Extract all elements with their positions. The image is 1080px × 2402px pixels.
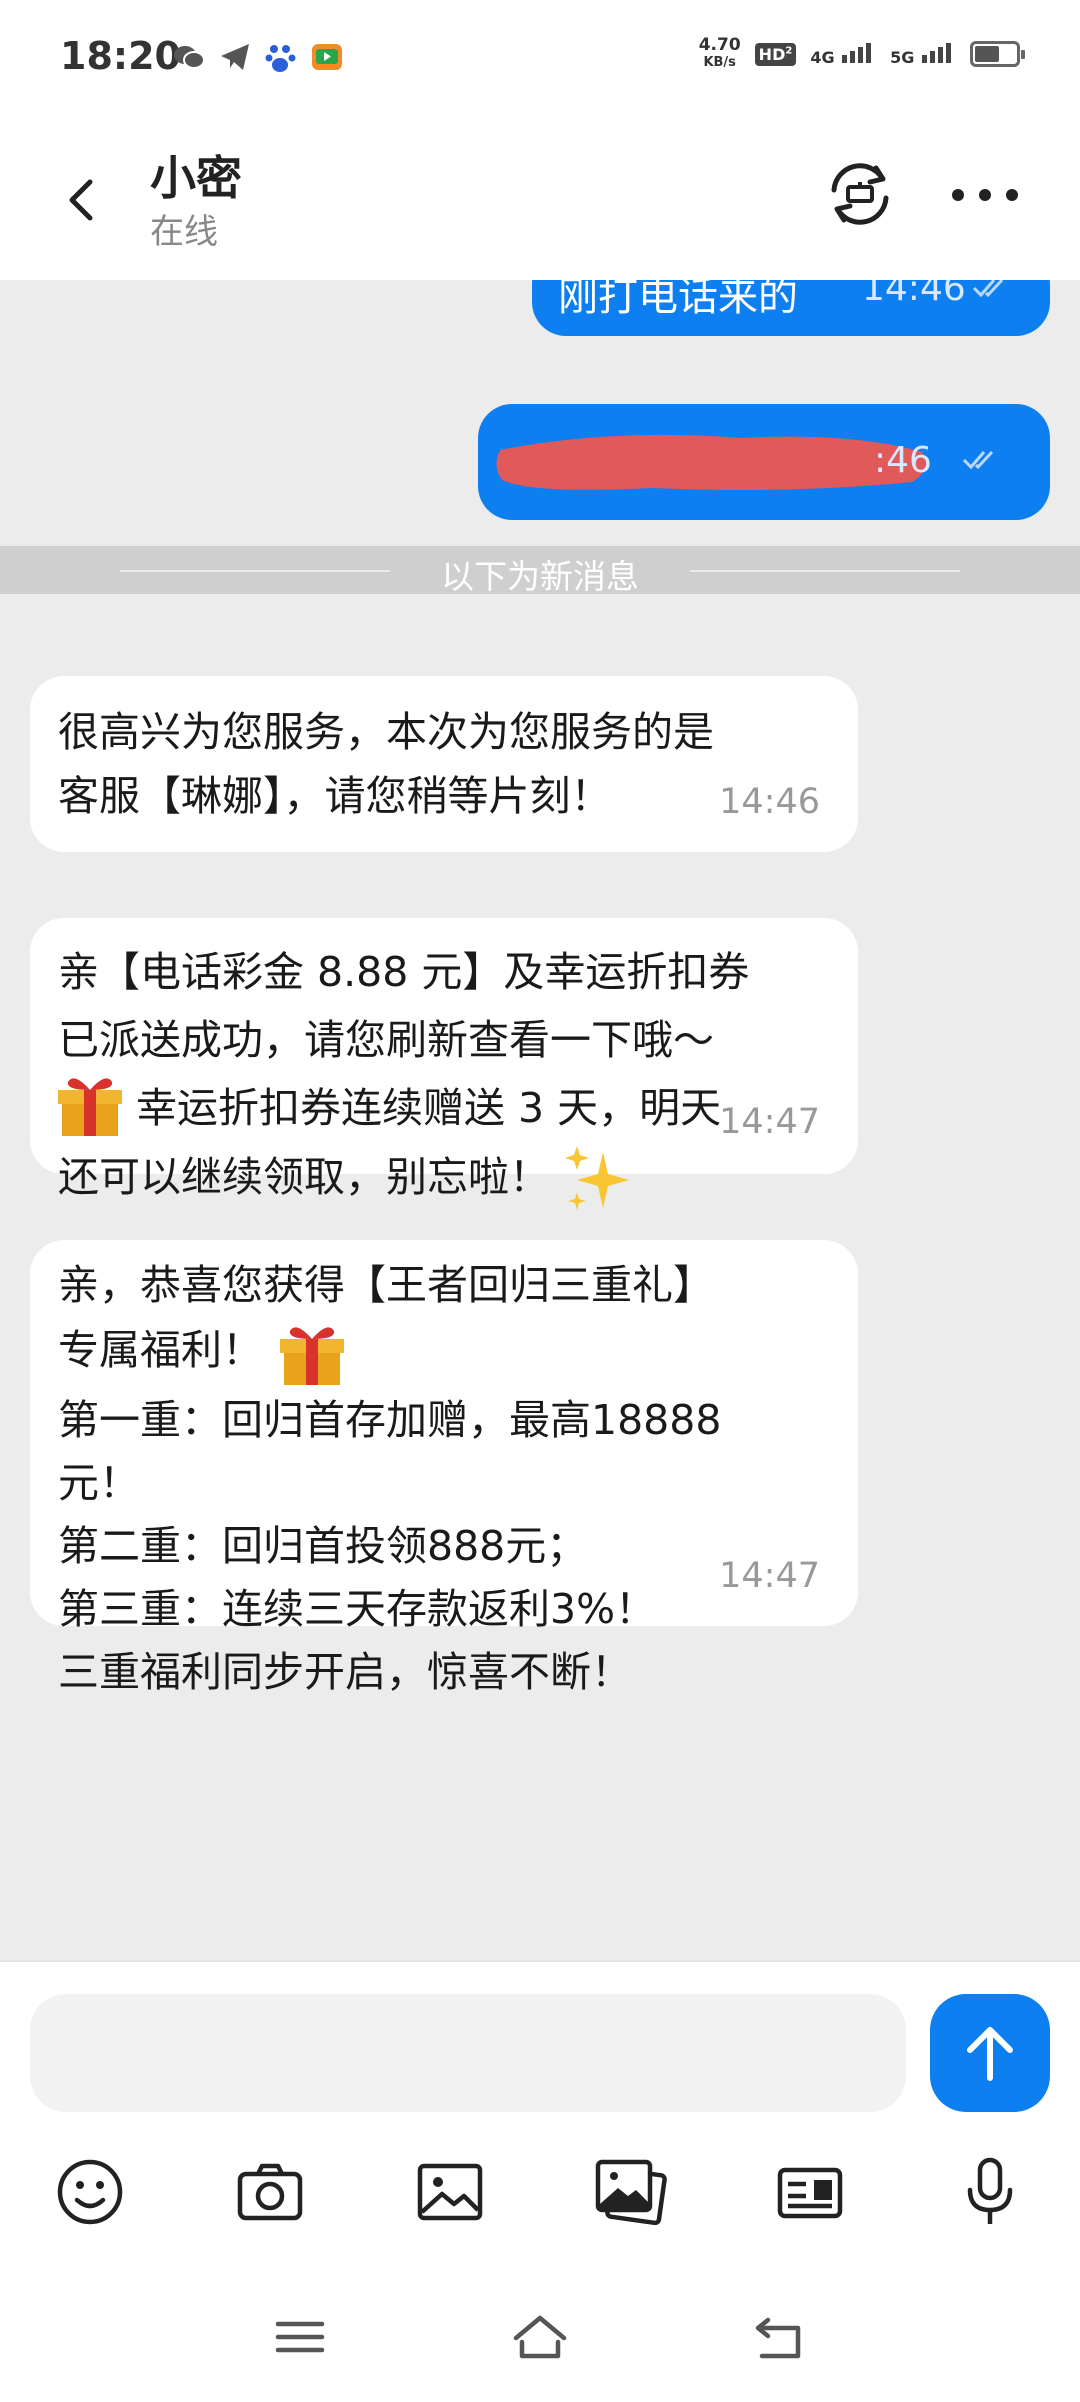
message-line: 还可以继续领取，别忘啦！ [58, 1153, 550, 1201]
message-line: 第二重：回归首投领888元； [58, 1522, 588, 1570]
telegram-notification-icon [221, 44, 249, 70]
contact-name: 小密 [150, 151, 242, 205]
message-line: 专属福利！ [58, 1326, 263, 1374]
cellular-signal-4g: 4G [810, 41, 876, 67]
status-bar: 18:20 4.70 KB/s HD2 4G 5G [0, 0, 1080, 120]
signal-4g-label: 4G [810, 48, 835, 67]
send-button[interactable] [930, 1994, 1050, 2112]
message-line: 第三重：连续三天存款返利3%！ [58, 1585, 657, 1633]
new-messages-label: 以下为新消息 [441, 557, 639, 596]
redaction-mark [496, 434, 926, 490]
message-line: 三重福利同步开启，惊喜不断！ [58, 1648, 632, 1696]
more-options-icon[interactable] [940, 170, 1030, 220]
wechat-notification-icon [174, 46, 205, 69]
message-time: 14:47 [719, 1102, 820, 1142]
message-incoming[interactable]: 很高兴为您服务，本次为您服务的是 客服【琳娜】，请您稍等片刻！ 14:46 [30, 676, 858, 852]
gallery-icon[interactable] [590, 2152, 670, 2232]
microphone-icon[interactable] [950, 2152, 1030, 2232]
home-nav-icon[interactable] [510, 2312, 570, 2362]
message-incoming[interactable]: 亲【电话彩金 8.88 元】及幸运折扣券 已派送成功，请您刷新查看一下哦～ 幸运… [30, 918, 858, 1210]
cellular-signal-5g: 5G [890, 41, 956, 67]
signal-bars-icon [842, 43, 872, 63]
menu-nav-icon[interactable] [270, 2312, 330, 2362]
video-app-notification-icon [312, 44, 342, 70]
network-speed-value: 4.70 [698, 35, 741, 55]
message-line-with-emoji: 还可以继续领取，别忘啦！ [58, 1142, 824, 1218]
emoji-icon[interactable] [50, 2152, 130, 2232]
double-check-icon [972, 280, 1004, 298]
message-line-with-emoji: 幸运折扣券连续赠送 3 天，明天 [58, 1074, 824, 1142]
message-line: 第一重：回归首存加赠，最高18888 [58, 1396, 722, 1444]
sparkles-emoji-icon [565, 1146, 630, 1210]
signal-bars-icon [922, 43, 951, 63]
double-check-icon [962, 450, 994, 470]
baidu-notification-icon [265, 45, 296, 72]
back-nav-icon[interactable] [750, 2312, 810, 2362]
message-time: 14:46 [719, 782, 820, 822]
message-line: 客服【琳娜】，请您稍等片刻！ [58, 772, 612, 820]
hd-badge-label: HD [758, 44, 786, 64]
hd-badge: HD2 [754, 42, 797, 66]
message-line: 亲，恭喜您获得【王者回归三重礼】 [58, 1261, 714, 1309]
message-time: 14:47 [719, 1556, 820, 1596]
gift-emoji-icon [58, 1078, 122, 1136]
arrow-up-icon [967, 2027, 1013, 2081]
message-time: 14:46 [862, 280, 966, 309]
message-line: 已派送成功，请您刷新查看一下哦～ [58, 1016, 714, 1064]
message-outgoing[interactable]: 刚打电话来的 14:46 [532, 280, 1050, 336]
image-icon[interactable] [410, 2152, 490, 2232]
camera-icon[interactable] [230, 2152, 310, 2232]
message-line: 幸运折扣券连续赠送 3 天，明天 [136, 1084, 722, 1132]
chat-header: 小密 在线 [0, 120, 1080, 280]
status-time: 18:20 [60, 34, 181, 78]
new-messages-divider: 以下为新消息 [0, 546, 1080, 596]
status-right-cluster: 4.70 KB/s HD2 4G 5G [699, 36, 1025, 72]
message-time: :46 [874, 440, 932, 481]
message-outgoing[interactable]: :46 [478, 404, 1050, 520]
message-list[interactable]: 刚打电话来的 14:46 :46 以下为新消息 很高兴为您服务，本次为您服务的是… [0, 280, 1080, 1960]
contact-status: 在线 [150, 212, 218, 252]
message-incoming[interactable]: 亲，恭喜您获得【王者回归三重礼】 专属福利！ 第一重：回归首存加赠，最高1888… [30, 1240, 858, 1696]
network-speed: 4.70 KB/s [699, 36, 741, 72]
battery-icon [970, 41, 1025, 67]
composer-bar [0, 1960, 1080, 2402]
back-arrow-icon[interactable] [56, 160, 116, 240]
message-line: 亲【电话彩金 8.88 元】及幸运折扣券 [58, 948, 750, 996]
network-speed-unit: KB/s [703, 55, 736, 70]
message-line: 元！ [58, 1459, 140, 1507]
card-icon[interactable] [770, 2152, 850, 2232]
message-line-with-emoji: 专属福利！ [58, 1317, 824, 1389]
signal-5g-label: 5G [890, 48, 915, 67]
gift-emoji-icon [280, 1327, 345, 1385]
translate-sync-icon[interactable] [820, 154, 900, 234]
message-line: 很高兴为您服务，本次为您服务的是 [58, 708, 714, 756]
message-text: 刚打电话来的 [558, 280, 798, 320]
sim-slot-number: 2 [785, 45, 793, 57]
message-input[interactable] [30, 1994, 906, 2112]
